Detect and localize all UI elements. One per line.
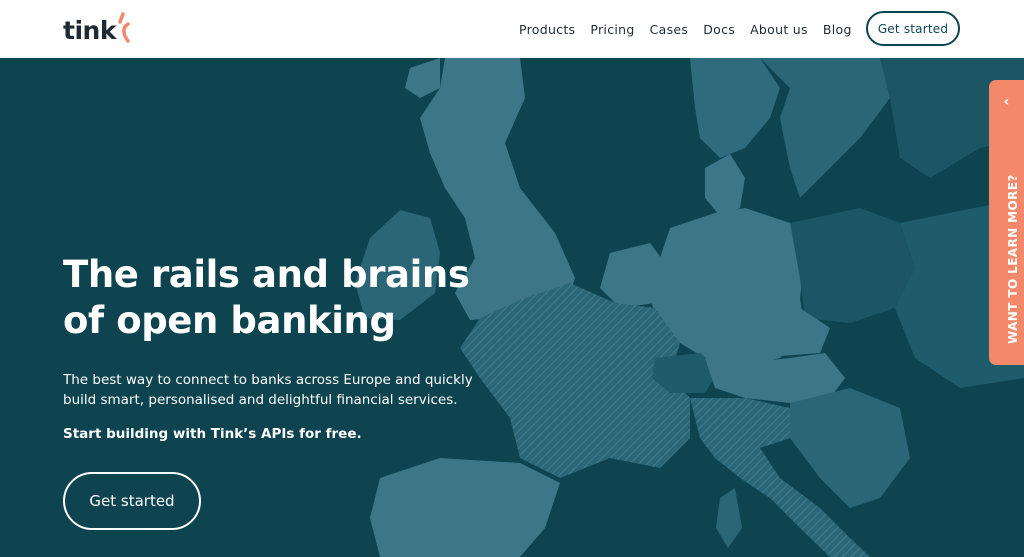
get-started-nav-button[interactable]: Get started <box>866 11 960 46</box>
hero-headline: The rails and brains of open banking <box>63 252 503 344</box>
hero-section: The rails and brains of open banking The… <box>0 58 1024 557</box>
main-nav: Products Pricing Cases Docs About us Blo… <box>519 0 867 58</box>
nav-item-docs[interactable]: Docs <box>703 22 735 37</box>
top-navigation-bar: tink Products Pricing Cases Docs About u… <box>0 0 1024 58</box>
tink-logo[interactable]: tink <box>63 11 131 47</box>
nav-item-blog[interactable]: Blog <box>823 22 852 37</box>
hero-headline-line-2: of open banking <box>63 299 396 342</box>
side-tab-label: WANT TO LEARN MORE? <box>1006 174 1020 344</box>
logo-mark-icon <box>118 12 130 43</box>
hero-description: The best way to connect to banks across … <box>63 372 473 408</box>
chevron-left-icon: ‹ <box>1003 94 1010 110</box>
logo-wordmark: tink <box>63 16 116 45</box>
nav-item-products[interactable]: Products <box>519 22 575 37</box>
hero-emphasis: Start building with Tink’s APIs for free… <box>63 426 362 442</box>
nav-item-cases[interactable]: Cases <box>650 22 689 37</box>
hero-headline-line-1: The rails and brains <box>63 253 470 296</box>
nav-item-pricing[interactable]: Pricing <box>590 22 634 37</box>
get-started-hero-button[interactable]: Get started <box>63 472 201 530</box>
want-to-learn-more-tab[interactable]: ‹ WANT TO LEARN MORE? <box>989 80 1024 365</box>
nav-item-about-us[interactable]: About us <box>750 22 808 37</box>
